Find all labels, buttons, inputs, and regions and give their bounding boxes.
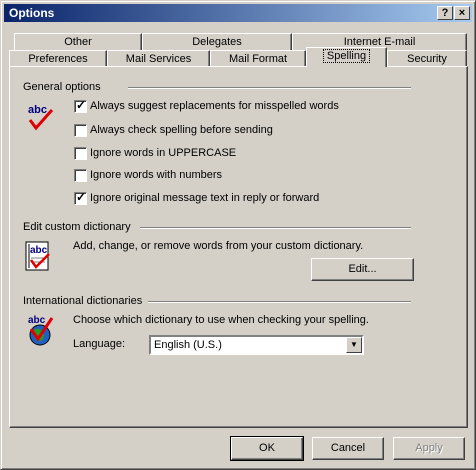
language-select[interactable]: English (U.S.) ▼ bbox=[149, 335, 364, 355]
svg-text:abc: abc bbox=[28, 315, 46, 326]
apply-button[interactable]: Apply bbox=[393, 437, 465, 460]
tab-mail-services[interactable]: Mail Services bbox=[107, 50, 210, 67]
custom-dictionary-icon: abc bbox=[25, 241, 50, 271]
language-label: Language: bbox=[73, 338, 125, 350]
language-value: English (U.S.) bbox=[154, 339, 222, 351]
general-options-heading: General options bbox=[23, 81, 105, 93]
cancel-button[interactable]: Cancel bbox=[312, 437, 384, 460]
help-button[interactable]: ? bbox=[437, 6, 453, 20]
ok-button[interactable]: OK bbox=[230, 436, 304, 461]
separator bbox=[140, 227, 411, 229]
international-dictionaries-description: Choose which dictionary to use when chec… bbox=[73, 314, 369, 326]
tab-other[interactable]: Other bbox=[14, 33, 142, 50]
svg-text:abc: abc bbox=[30, 245, 48, 256]
edit-dictionary-button[interactable]: Edit... bbox=[311, 258, 414, 281]
option-label: Ignore original message text in reply or… bbox=[90, 192, 320, 204]
tab-delegates[interactable]: Delegates bbox=[142, 33, 292, 50]
check-mark-icon: ✓ bbox=[76, 98, 87, 112]
option-label: Ignore words with numbers bbox=[90, 169, 223, 181]
separator bbox=[128, 87, 411, 89]
chevron-down-icon[interactable]: ▼ bbox=[346, 337, 362, 353]
custom-dictionary-description: Add, change, or remove words from your c… bbox=[73, 240, 364, 252]
tab-security[interactable]: Security bbox=[387, 50, 467, 67]
tab-spelling[interactable]: Spelling bbox=[306, 47, 387, 67]
tab-mail-format[interactable]: Mail Format bbox=[210, 50, 306, 67]
checkbox[interactable]: ✓ bbox=[74, 190, 87, 205]
checkbox[interactable] bbox=[74, 147, 87, 160]
tab-preferences[interactable]: Preferences bbox=[9, 50, 107, 67]
checkbox[interactable]: ✓ bbox=[74, 98, 87, 113]
svg-text:abc: abc bbox=[28, 104, 47, 116]
spelling-abc-icon: abc bbox=[28, 104, 54, 131]
option-label: Always check spelling before sending bbox=[90, 124, 273, 136]
separator bbox=[148, 301, 411, 303]
checkbox[interactable] bbox=[74, 124, 87, 137]
international-dictionaries-heading: International dictionaries bbox=[23, 295, 147, 307]
custom-dictionary-heading: Edit custom dictionary bbox=[23, 221, 135, 233]
close-button[interactable]: × bbox=[454, 6, 470, 20]
international-dictionary-globe-icon: abc bbox=[28, 315, 54, 346]
title-bar[interactable]: Options ? × bbox=[4, 4, 472, 22]
window-title: Options bbox=[9, 6, 55, 20]
checkbox[interactable] bbox=[74, 169, 87, 182]
option-label: Ignore words in UPPERCASE bbox=[90, 147, 237, 159]
check-mark-icon: ✓ bbox=[76, 190, 87, 204]
option-label: Always suggest replacements for misspell… bbox=[90, 100, 339, 112]
